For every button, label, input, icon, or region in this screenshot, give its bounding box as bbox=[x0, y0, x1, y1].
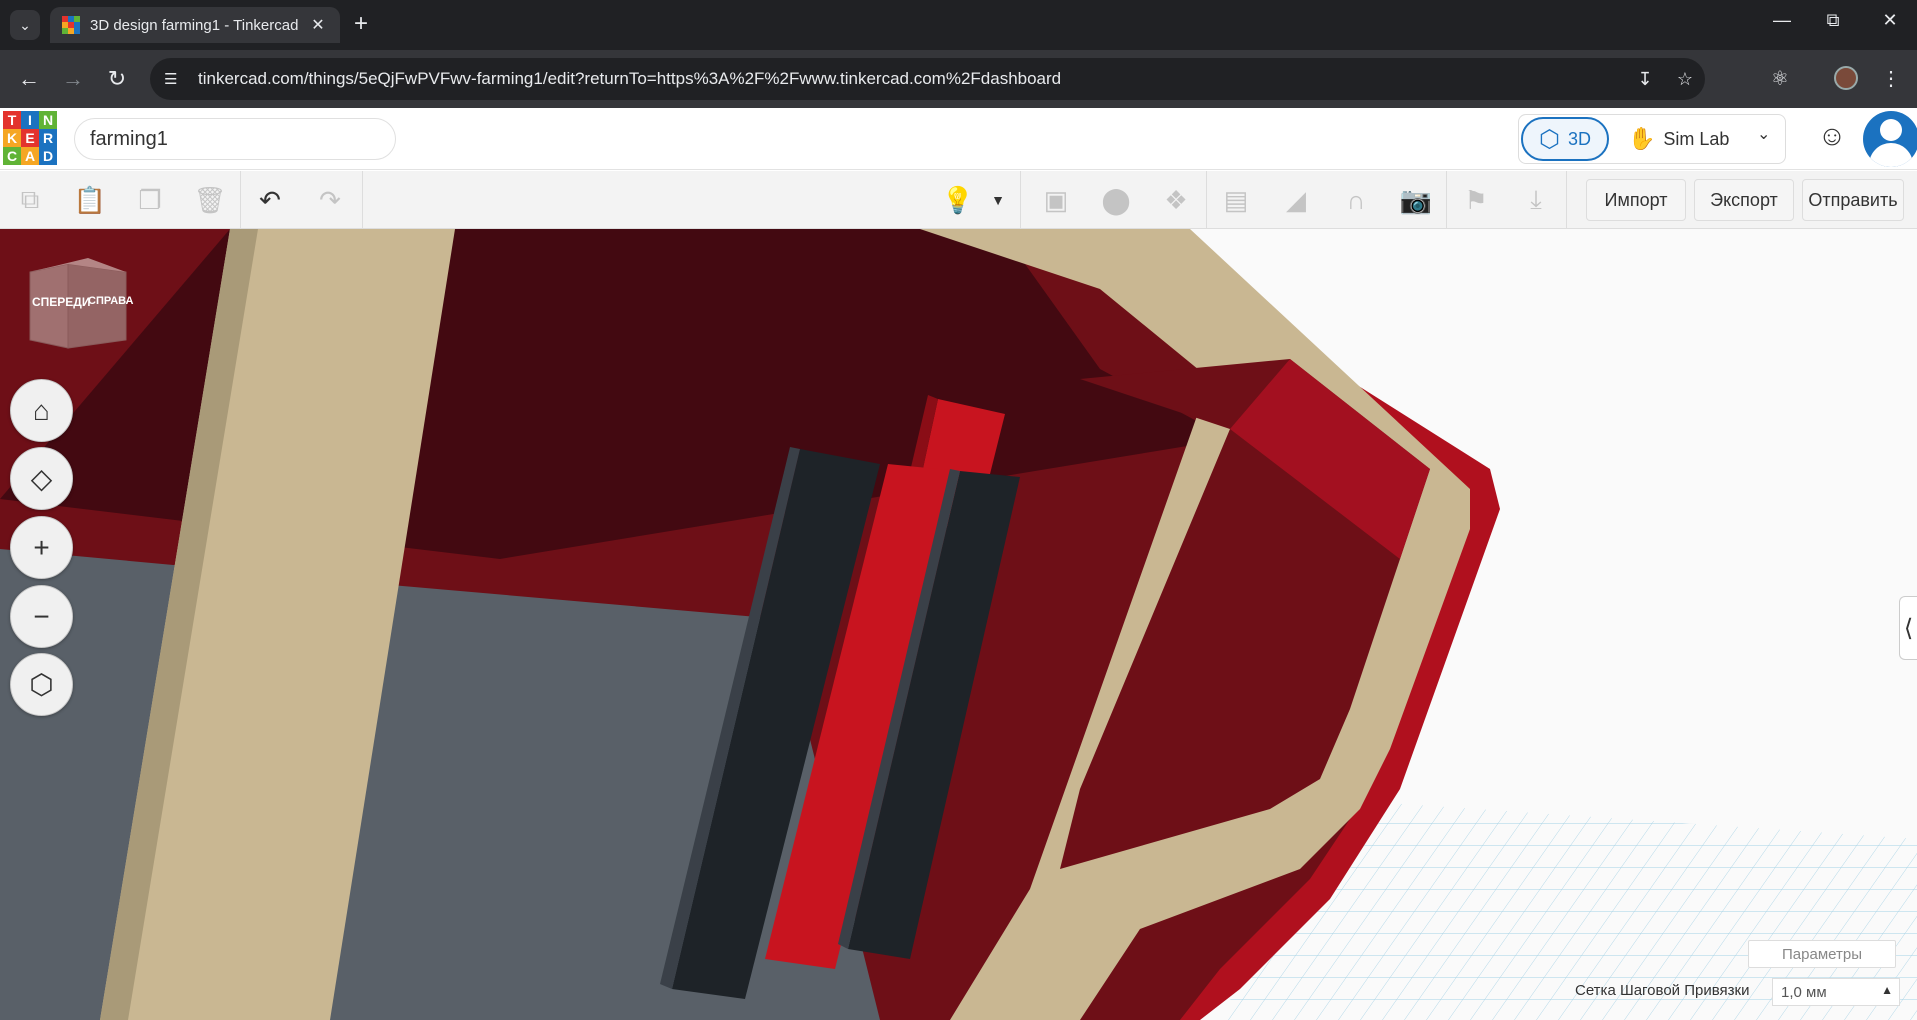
send-label: Отправить bbox=[1808, 189, 1898, 210]
back-arrow-icon[interactable]: ← bbox=[14, 64, 44, 94]
paste-icon[interactable]: 📋 bbox=[70, 181, 110, 219]
browser-address-bar: ← → ↻ ☰ tinkercad.com/things/5eQjFwPVFwv… bbox=[0, 50, 1917, 108]
send-button[interactable]: Отправить bbox=[1802, 179, 1904, 221]
undo-icon[interactable]: ↶ bbox=[250, 181, 290, 219]
logo-letter: T bbox=[3, 111, 21, 129]
close-tab-icon[interactable]: ✕ bbox=[308, 15, 328, 35]
editor-toolbar: ⧉ 📋 ❐ 🗑 ↶ ↷ 💡 ▼ ▣ ⬤ ❖ ▤ ◢ ∩ 📷 ⚑ ⤓ Импорт… bbox=[0, 171, 1917, 229]
restore-icon[interactable]: ⧉ bbox=[1813, 10, 1853, 31]
toolbar-divider bbox=[362, 171, 363, 229]
chevron-left-icon: ⟨ bbox=[1903, 614, 1914, 642]
export-label: Экспорт bbox=[1710, 189, 1778, 210]
drop-icon[interactable]: ⤓ bbox=[1516, 181, 1556, 219]
new-tab-button[interactable]: + bbox=[354, 12, 368, 36]
view-cube-front-label: СПЕРЕДИ bbox=[32, 295, 91, 309]
kebab-icon[interactable]: ⋮ bbox=[1876, 64, 1906, 94]
grid-snap-value: 1,0 мм bbox=[1781, 983, 1827, 1001]
params-button[interactable]: Параметры bbox=[1748, 940, 1896, 968]
logo-letter: A bbox=[21, 147, 39, 165]
browser-tab[interactable]: 3D design farming1 - Tinkercad ✕ bbox=[50, 7, 340, 43]
ungroup-icon[interactable]: ❖ bbox=[1156, 181, 1196, 219]
install-icon[interactable]: ↧ bbox=[1625, 69, 1665, 90]
lightbulb-icon[interactable]: 💡 bbox=[938, 181, 978, 219]
mirror-icon[interactable]: ◢ bbox=[1276, 181, 1316, 219]
toolbar-divider bbox=[1020, 171, 1021, 229]
magnet-icon[interactable]: ∩ bbox=[1336, 181, 1376, 219]
design-name-input[interactable]: farming1 bbox=[74, 118, 396, 160]
browser-profile-avatar[interactable] bbox=[1834, 66, 1858, 90]
puzzle-icon[interactable]: ⚛ bbox=[1765, 64, 1795, 94]
caret-icon: ▲ bbox=[1881, 983, 1893, 997]
toolbar-divider bbox=[1446, 171, 1447, 229]
minimize-icon[interactable]: — bbox=[1762, 10, 1802, 31]
view-3d-button[interactable]: ⬡ 3D bbox=[1521, 117, 1609, 161]
tinkercad-logo[interactable]: T I N K E R C A D bbox=[3, 111, 57, 165]
logo-letter: D bbox=[39, 147, 57, 165]
forward-arrow-icon[interactable]: → bbox=[58, 64, 88, 94]
delete-icon[interactable]: 🗑 bbox=[190, 181, 230, 219]
home-icon: ⌂ bbox=[33, 394, 50, 426]
union-icon[interactable]: ⬤ bbox=[1096, 181, 1136, 219]
zoom-out-button[interactable]: − bbox=[10, 585, 73, 648]
toolbar-divider bbox=[240, 171, 241, 229]
perspective-button[interactable]: ⬡ bbox=[10, 653, 73, 716]
toolbar-divider bbox=[1566, 171, 1567, 229]
logo-letter: N bbox=[39, 111, 57, 129]
star-icon[interactable]: ☆ bbox=[1665, 69, 1705, 90]
perspective-icon: ⬡ bbox=[29, 669, 54, 700]
view-3d-label: 3D bbox=[1567, 128, 1591, 149]
logo-letter: R bbox=[39, 129, 57, 147]
avatar[interactable] bbox=[1863, 111, 1917, 167]
align-icon[interactable]: ▤ bbox=[1216, 181, 1256, 219]
chevron-down-icon: ⌄ bbox=[19, 16, 31, 33]
group-icon[interactable]: ▣ bbox=[1036, 181, 1076, 219]
zoom-out-icon: − bbox=[33, 600, 50, 632]
zoom-in-icon: + bbox=[33, 531, 50, 563]
logo-letter: K bbox=[3, 129, 21, 147]
reload-icon[interactable]: ↻ bbox=[102, 64, 132, 94]
dropdown-icon[interactable]: ▼ bbox=[986, 181, 1010, 219]
tinkercad-favicon-icon bbox=[62, 16, 80, 34]
import-button[interactable]: Импорт bbox=[1586, 179, 1686, 221]
ruler-icon[interactable]: 📷 bbox=[1396, 181, 1436, 219]
duplicate-icon[interactable]: ❐ bbox=[130, 181, 170, 219]
toolbar-divider bbox=[1206, 171, 1207, 229]
scene-render bbox=[0, 229, 1917, 1020]
chevron-down-icon[interactable]: ⌄ bbox=[1757, 124, 1770, 144]
grid-snap-select[interactable]: 1,0 мм ▲ bbox=[1772, 978, 1900, 1006]
home-view-button[interactable]: ⌂ bbox=[10, 379, 73, 442]
tab-title: 3D design farming1 - Tinkercad bbox=[90, 16, 299, 34]
view-cube-right-label: СПРАВА bbox=[88, 295, 134, 307]
browser-tab-bar: ⌄ 3D design farming1 - Tinkercad ✕ + — ⧉… bbox=[0, 0, 1917, 50]
simlab-button[interactable]: ✋ Sim Lab bbox=[1628, 122, 1729, 156]
close-window-icon[interactable]: ✕ bbox=[1870, 10, 1910, 31]
logo-letter: C bbox=[3, 147, 21, 165]
workplane-canvas[interactable]: СПЕРЕДИ СПРАВА ⌂ ◇ + − ⬡ ⟨ Параметры Сет… bbox=[0, 229, 1917, 1020]
hand-icon: ✋ bbox=[1628, 126, 1656, 151]
copy-icon[interactable]: ⧉ bbox=[10, 181, 50, 219]
import-label: Импорт bbox=[1604, 189, 1668, 210]
export-button[interactable]: Экспорт bbox=[1694, 179, 1794, 221]
design-name-text: farming1 bbox=[90, 127, 168, 150]
simlab-label: Sim Lab bbox=[1663, 128, 1730, 149]
grid-snap-label: Сетка Шаговой Привязки bbox=[1575, 982, 1750, 999]
tune-icon[interactable]: ☰ bbox=[164, 70, 186, 88]
url-text: tinkercad.com/things/5eQjFwPVFwv-farming… bbox=[198, 69, 1062, 88]
panel-toggle-button[interactable]: ⟨ bbox=[1899, 596, 1917, 660]
tinkercad-header: T I N K E R C A D farming1 ⬡ 3D ✋ Sim La… bbox=[0, 108, 1917, 170]
fit-view-button[interactable]: ◇ bbox=[10, 447, 73, 510]
zoom-in-button[interactable]: + bbox=[10, 516, 73, 579]
tab-list-button[interactable]: ⌄ bbox=[10, 10, 40, 40]
cruise-icon[interactable]: ⚑ bbox=[1456, 181, 1496, 219]
cube-icon: ⬡ bbox=[1539, 125, 1560, 153]
logo-letter: I bbox=[21, 111, 39, 129]
url-field[interactable]: ☰ tinkercad.com/things/5eQjFwPVFwv-farmi… bbox=[150, 58, 1705, 100]
params-label: Параметры bbox=[1782, 945, 1862, 963]
add-user-icon[interactable]: ☺ bbox=[1812, 120, 1852, 160]
redo-icon[interactable]: ↷ bbox=[310, 181, 350, 219]
fit-view-icon: ◇ bbox=[30, 463, 53, 494]
logo-letter: E bbox=[21, 129, 39, 147]
